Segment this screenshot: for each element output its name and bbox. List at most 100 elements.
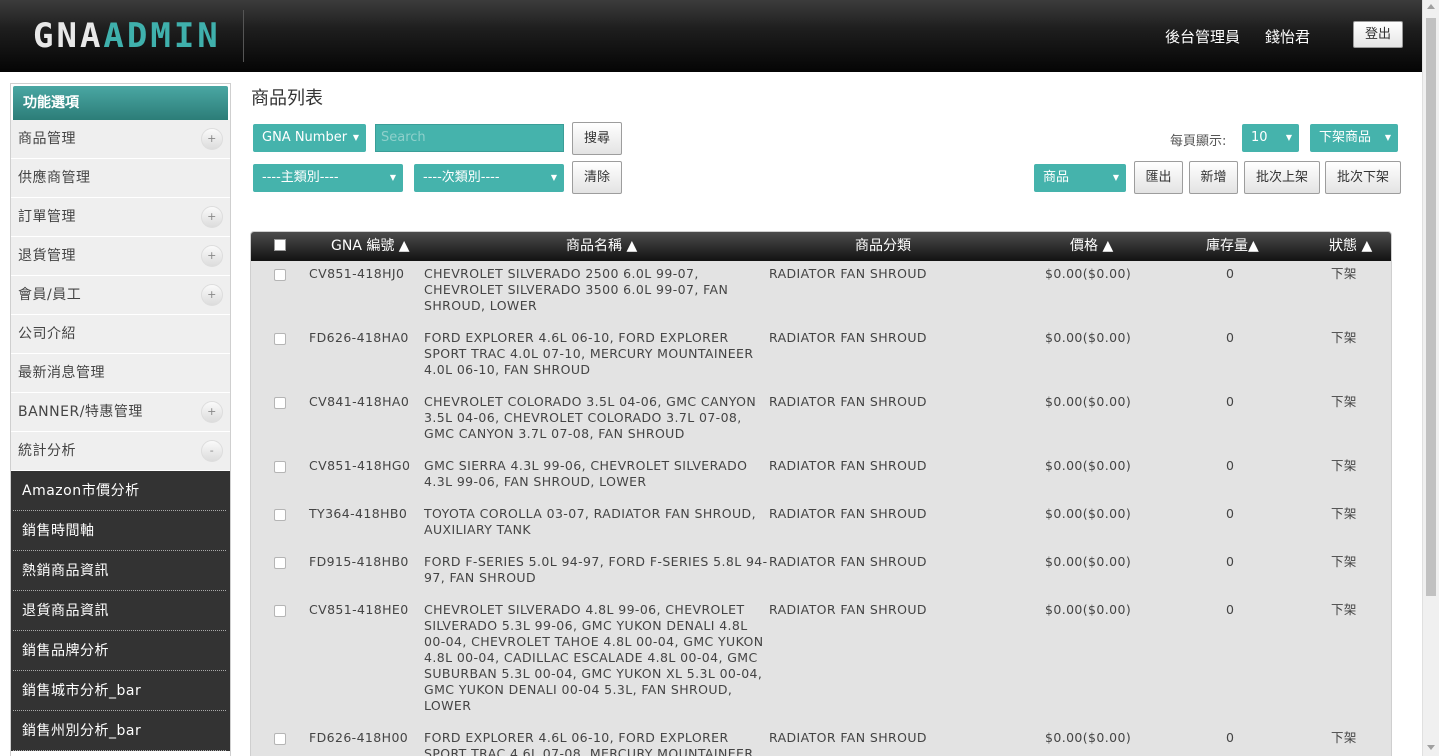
sidebar-item-label: 最新消息管理 bbox=[18, 365, 105, 381]
row-checkbox[interactable] bbox=[274, 509, 286, 521]
cell-status: 下架 bbox=[1331, 554, 1357, 569]
header-category: 商品分類 bbox=[855, 238, 911, 254]
main-category-select-value: ----主類別---- bbox=[262, 170, 339, 185]
row-checkbox[interactable] bbox=[274, 397, 286, 409]
vertical-scrollbar[interactable] bbox=[1422, 0, 1439, 756]
header-status[interactable]: 狀態 ▲ bbox=[1329, 232, 1372, 261]
cell-price: $0.00($0.00) bbox=[1045, 394, 1132, 409]
sidebar-item[interactable]: 最新消息管理 bbox=[11, 354, 230, 393]
type-select-value: 商品 bbox=[1043, 170, 1070, 185]
sidebar-item[interactable]: 會員/員工 + bbox=[11, 276, 230, 315]
expand-icon[interactable]: + bbox=[201, 128, 223, 150]
cell-status: 下架 bbox=[1331, 602, 1357, 617]
expand-icon[interactable]: + bbox=[201, 245, 223, 267]
chevron-down-icon: ▼ bbox=[1384, 133, 1391, 142]
cell-gna-number[interactable]: FD626-418H00 bbox=[309, 730, 408, 746]
cell-price: $0.00($0.00) bbox=[1045, 458, 1132, 473]
cell-gna-number[interactable]: CV851-418HE0 bbox=[309, 602, 409, 618]
header-stock[interactable]: 庫存量▲ bbox=[1206, 232, 1259, 261]
header-name[interactable]: 商品名稱 ▲ bbox=[566, 232, 637, 261]
cell-stock: 0 bbox=[1226, 730, 1235, 745]
submenu-item[interactable]: 銷售時間軸 bbox=[13, 511, 226, 551]
row-checkbox[interactable] bbox=[274, 557, 286, 569]
expand-icon[interactable]: + bbox=[201, 206, 223, 228]
user-name: 錢怡君 bbox=[1265, 28, 1311, 46]
cell-gna-number[interactable]: FD626-418HA0 bbox=[309, 330, 409, 346]
expand-icon[interactable]: + bbox=[201, 284, 223, 306]
cell-gna-number[interactable]: TY364-418HB0 bbox=[309, 506, 407, 522]
chevron-down-icon: ▼ bbox=[550, 173, 557, 182]
cell-gna-number[interactable]: CV851-418HJ0 bbox=[309, 266, 404, 282]
per-page-select-value: 10 bbox=[1251, 130, 1268, 145]
sidebar-item[interactable]: BANNER/特惠管理 + bbox=[11, 393, 230, 432]
cell-stock: 0 bbox=[1226, 458, 1235, 473]
submenu-item[interactable]: 銷售城市分析_bar bbox=[13, 671, 226, 711]
cell-gna-number[interactable]: CV841-418HA0 bbox=[309, 394, 409, 410]
export-button[interactable]: 匯出 bbox=[1134, 161, 1183, 194]
header-price[interactable]: 價格 ▲ bbox=[1070, 232, 1113, 261]
table-header: GNA 編號 ▲ 商品名稱 ▲ 商品分類 價格 ▲ 庫存量▲ 狀態 ▲ bbox=[251, 232, 1391, 261]
cell-price: $0.00($0.00) bbox=[1045, 330, 1132, 345]
row-checkbox[interactable] bbox=[274, 733, 286, 745]
sidebar-item[interactable]: 退貨管理 + bbox=[11, 237, 230, 276]
sidebar-item[interactable]: 公司介紹 bbox=[11, 315, 230, 354]
header-number[interactable]: GNA 編號 ▲ bbox=[331, 232, 410, 261]
chevron-down-icon: ▼ bbox=[352, 133, 359, 142]
batch-on-shelf-button[interactable]: 批次上架 bbox=[1244, 161, 1320, 194]
clear-button[interactable]: 清除 bbox=[572, 161, 622, 194]
cell-product-name[interactable]: TOYOTA COROLLA 03-07, RADIATOR FAN SHROU… bbox=[424, 506, 769, 538]
scrollbar-thumb[interactable] bbox=[1426, 18, 1436, 596]
scroll-up-arrow-icon[interactable] bbox=[1427, 4, 1435, 9]
cell-product-name[interactable]: CHEVROLET SILVERADO 4.8L 99-06, CHEVROLE… bbox=[424, 602, 769, 714]
expand-icon[interactable]: + bbox=[201, 401, 223, 423]
cell-status: 下架 bbox=[1331, 330, 1357, 345]
page-title: 商品列表 bbox=[251, 88, 323, 109]
submenu-item[interactable]: 銷售州別分析_bar bbox=[13, 711, 226, 751]
row-checkbox[interactable] bbox=[274, 333, 286, 345]
submenu-item[interactable]: 熱銷商品資訊 bbox=[13, 551, 226, 591]
cell-product-name[interactable]: FORD F-SERIES 5.0L 94-97, FORD F-SERIES … bbox=[424, 554, 769, 586]
sidebar-item[interactable]: 訂單管理 + bbox=[11, 198, 230, 237]
cell-product-name[interactable]: FORD EXPLORER 4.6L 06-10, FORD EXPLORER … bbox=[424, 330, 769, 378]
sidebar-item[interactable]: 統計分析 - bbox=[11, 432, 230, 471]
cell-product-name[interactable]: CHEVROLET COLORADO 3.5L 04-06, GMC CANYO… bbox=[424, 394, 769, 442]
cell-product-name[interactable]: FORD EXPLORER 4.6L 06-10, FORD EXPLORER … bbox=[424, 730, 769, 756]
cell-status: 下架 bbox=[1331, 506, 1357, 521]
per-page-select[interactable]: 10 ▼ bbox=[1242, 124, 1299, 152]
statistics-submenu: Amazon市價分析 銷售時間軸 熱銷商品資訊 退貨商品資訊 銷售品牌分析 銷售城市分析_… bbox=[11, 471, 230, 751]
scroll-down-arrow-icon[interactable] bbox=[1427, 745, 1435, 750]
row-checkbox[interactable] bbox=[274, 269, 286, 281]
submenu-item[interactable]: 退貨商品資訊 bbox=[13, 591, 226, 631]
cell-stock: 0 bbox=[1226, 554, 1235, 569]
sidebar-item[interactable]: 供應商管理 bbox=[11, 159, 230, 198]
user-role: 後台管理員 bbox=[1165, 28, 1241, 46]
cell-gna-number[interactable]: CV851-418HG0 bbox=[309, 458, 410, 474]
search-field-select[interactable]: GNA Number ▼ bbox=[253, 124, 366, 152]
sub-category-select[interactable]: ----次類別---- ▼ bbox=[414, 164, 564, 192]
submenu-item[interactable]: Amazon市價分析 bbox=[13, 471, 226, 511]
collapse-icon[interactable]: - bbox=[201, 440, 223, 462]
main-category-select[interactable]: ----主類別---- ▼ bbox=[253, 164, 403, 192]
row-checkbox[interactable] bbox=[274, 461, 286, 473]
status-filter-select[interactable]: 下架商品 ▼ bbox=[1310, 124, 1398, 152]
cell-price: $0.00($0.00) bbox=[1045, 506, 1132, 521]
logout-button[interactable]: 登出 bbox=[1353, 21, 1403, 48]
batch-off-shelf-button[interactable]: 批次下架 bbox=[1325, 161, 1401, 194]
search-button[interactable]: 搜尋 bbox=[572, 122, 622, 155]
search-input[interactable]: Search bbox=[375, 124, 564, 152]
sidebar-item-label: BANNER/特惠管理 bbox=[18, 404, 143, 420]
submenu-item[interactable]: 銷售品牌分析 bbox=[13, 631, 226, 671]
cell-product-name[interactable]: GMC SIERRA 4.3L 99-06, CHEVROLET SILVERA… bbox=[424, 458, 769, 490]
cell-gna-number[interactable]: FD915-418HB0 bbox=[309, 554, 409, 570]
add-button[interactable]: 新增 bbox=[1189, 161, 1238, 194]
logo-text-admin: ADMIN bbox=[103, 16, 221, 56]
select-all-checkbox[interactable] bbox=[274, 239, 286, 251]
app-logo[interactable]: GNAADMIN bbox=[33, 17, 221, 55]
sidebar-item-label: 供應商管理 bbox=[18, 170, 91, 186]
top-header: GNAADMIN 後台管理員 錢怡君 登出 bbox=[0, 0, 1422, 72]
row-checkbox[interactable] bbox=[274, 605, 286, 617]
cell-product-name[interactable]: CHEVROLET SILVERADO 2500 6.0L 99-07, CHE… bbox=[424, 266, 769, 314]
sidebar-item[interactable]: 商品管理 + bbox=[11, 120, 230, 159]
cell-category: RADIATOR FAN SHROUD bbox=[769, 266, 927, 281]
type-select[interactable]: 商品 ▼ bbox=[1034, 164, 1126, 192]
